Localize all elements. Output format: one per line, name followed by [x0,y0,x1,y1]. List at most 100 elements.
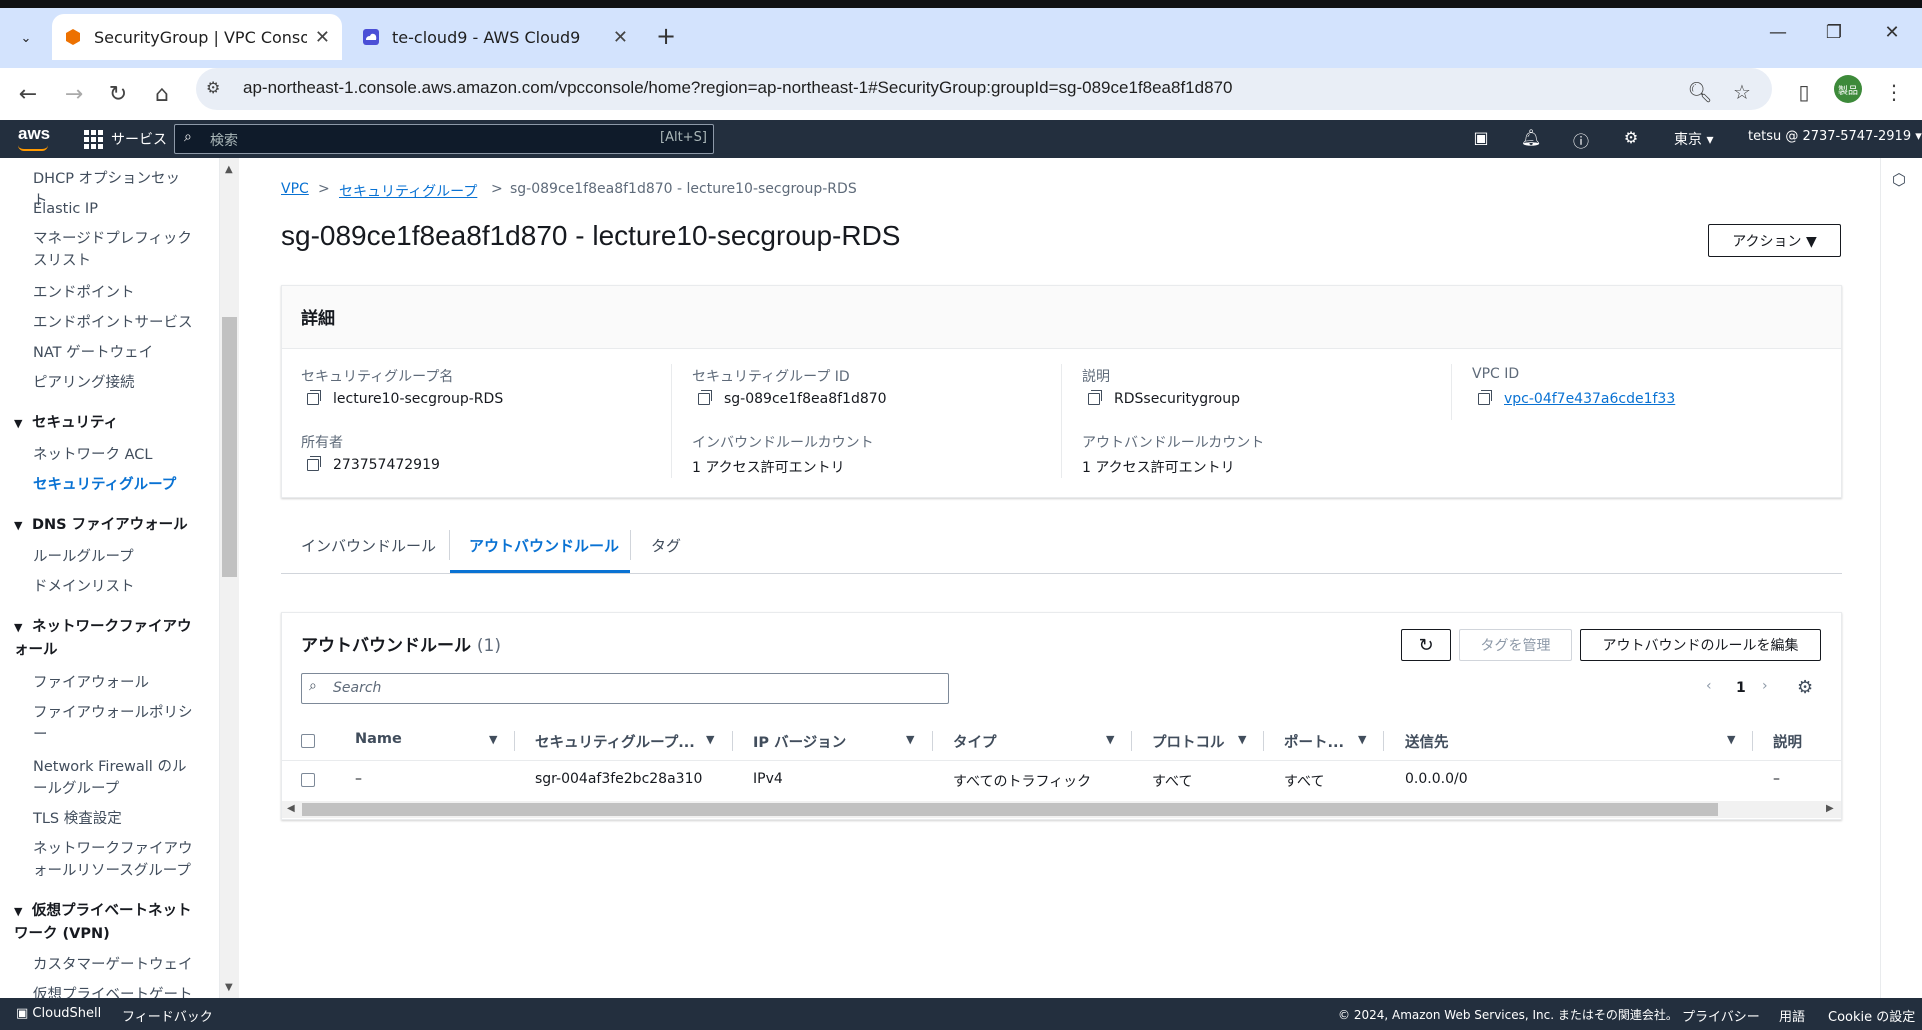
col-name[interactable]: Name [355,731,402,747]
sidebar-item-nfw-rule-groups[interactable]: Network Firewall のルールグループ [33,756,193,800]
actions-button[interactable]: アクション ▼ [1708,224,1841,257]
site-info-icon[interactable]: ⚙ [206,78,220,97]
col-divider[interactable] [932,731,933,751]
sidebar-item-elastic-ip[interactable]: Elastic IP [33,198,193,220]
breadcrumb-security-groups[interactable]: セキュリティグループ [339,181,477,201]
copy-icon[interactable] [1088,390,1102,405]
terms-link[interactable]: 用語 [1779,1006,1805,1025]
copy-icon[interactable] [307,456,321,471]
next-page-icon[interactable]: › [1762,678,1768,694]
col-protocol[interactable]: プロトコル [1152,731,1225,752]
restore-icon[interactable]: ❐ [1816,22,1852,43]
current-page-number[interactable]: 1 [1736,680,1746,696]
sidebar-item-prefix-lists[interactable]: マネージドプレフィックスリスト [33,228,193,272]
privacy-link[interactable]: プライバシー [1682,1006,1760,1025]
sidebar-item-virtual-private-gateways[interactable]: 仮想プライベートゲートウェイ [33,984,193,998]
account-menu[interactable]: tetsu @ 2737-5747-2919 ▾ [1748,129,1922,144]
sort-caret-icon[interactable]: ▼ [1358,733,1366,746]
col-divider[interactable] [514,731,515,751]
select-all-checkbox[interactable] [301,734,315,748]
sidebar-item-security-groups[interactable]: セキュリティグループ [33,474,193,496]
sort-caret-icon[interactable]: ▼ [906,733,914,746]
close-tab-icon[interactable]: ✕ [613,27,628,48]
tab-outbound-rules[interactable]: アウトバウンドルール [469,535,619,556]
region-selector[interactable]: 東京 ▾ [1674,129,1713,149]
browser-menu-icon[interactable]: ⋮ [1878,76,1910,108]
bookmark-star-icon[interactable]: ☆ [1726,76,1758,108]
sidebar-scrollbar[interactable] [220,158,239,998]
col-destination[interactable]: 送信先 [1405,731,1449,752]
refresh-button[interactable]: ↻ [1401,629,1451,661]
col-description[interactable]: 説明 [1773,731,1802,752]
sort-caret-icon[interactable]: ▼ [706,733,714,746]
sidebar-item-endpoint-services[interactable]: エンドポイントサービス [33,312,193,334]
services-menu[interactable]: サービス [84,129,167,149]
cloudshell-icon[interactable]: ▣ [1470,128,1492,147]
row-checkbox[interactable] [301,773,315,787]
tab-tags[interactable]: タグ [651,535,681,556]
sort-caret-icon[interactable]: ▼ [1727,733,1735,746]
table-scroll-thumb[interactable] [302,803,1718,816]
sidebar-item-nat-gateway[interactable]: NAT ゲートウェイ [33,342,193,364]
back-icon[interactable]: ← [10,76,46,112]
breadcrumb-vpc[interactable]: VPC [281,181,309,197]
col-port[interactable]: ポート... [1284,731,1344,752]
scroll-left-icon[interactable]: ◀ [287,803,295,814]
close-window-icon[interactable]: ✕ [1874,22,1910,43]
zoom-icon[interactable]: 🔍︎ [1684,76,1716,108]
sort-caret-icon[interactable]: ▼ [1238,733,1246,746]
sidebar-section-network-firewall[interactable]: ▼ ネットワークファイアウォール [14,616,194,661]
help-icon[interactable]: ⓘ [1570,128,1592,152]
sidebar-item-endpoints[interactable]: エンドポイント [33,282,193,304]
sidebar-item-rule-groups[interactable]: ルールグループ [33,546,193,568]
col-sg-rule-id[interactable]: セキュリティグループ... [535,731,695,752]
sidebar-item-domain-lists[interactable]: ドメインリスト [33,576,193,598]
new-tab-icon[interactable]: + [652,22,680,50]
reload-icon[interactable]: ↻ [100,76,136,112]
aws-logo[interactable]: aws [18,124,50,144]
col-divider[interactable] [1263,731,1264,751]
sidebar-section-vpn[interactable]: ▼ 仮想プライベートネットワーク (VPN) [14,900,194,945]
copy-icon[interactable] [1478,390,1492,405]
sidebar-section-security[interactable]: ▼ セキュリティ [14,412,194,435]
col-divider[interactable] [1752,731,1753,751]
col-divider[interactable] [1383,731,1384,751]
browser-tab-cloud9[interactable]: te-cloud9 - AWS Cloud9 ✕ [350,14,640,60]
profile-avatar[interactable]: 製品 [1834,75,1862,103]
sidebar-item-firewall-policies[interactable]: ファイアウォールポリシー [33,702,193,746]
col-divider[interactable] [732,731,733,751]
tab-inbound-rules[interactable]: インバウンドルール [301,535,436,556]
vpc-id-link[interactable]: vpc-04f7e437a6cde1f33 [1504,391,1675,407]
scroll-up-icon[interactable]: ▲ [225,164,233,175]
tab-search-icon[interactable]: ⌄ [12,24,40,52]
table-preferences-gear-icon[interactable]: ⚙ [1797,677,1813,698]
forward-icon[interactable]: → [56,76,92,112]
sidebar-item-peering[interactable]: ピアリング接続 [33,372,193,394]
col-ip-version[interactable]: IP バージョン [753,731,846,752]
feedback-link[interactable]: フィードバック [122,1006,213,1025]
scroll-right-icon[interactable]: ▶ [1826,803,1834,814]
cloudshell-footer-link[interactable]: ▣ CloudShell [16,1006,101,1021]
sidebar-scroll-thumb[interactable] [222,317,237,577]
minimize-icon[interactable]: — [1760,22,1796,43]
sidebar-item-customer-gateways[interactable]: カスタマーゲートウェイ [33,954,193,976]
aws-search-input[interactable] [174,124,714,154]
sort-caret-icon[interactable]: ▼ [489,733,497,746]
url-text[interactable]: ap-northeast-1.console.aws.amazon.com/vp… [243,78,1232,98]
scroll-down-icon[interactable]: ▼ [225,982,233,993]
sidebar-section-dns-firewall[interactable]: ▼ DNS ファイアウォール [14,514,194,537]
copy-icon[interactable] [698,390,712,405]
info-panel-icon[interactable]: ⬡ [1892,170,1906,189]
rules-search-input[interactable] [301,673,949,704]
sidebar-item-nfw-resource-groups[interactable]: ネットワークファイアウォールリソースグループ [33,838,193,882]
manage-tags-button[interactable]: タグを管理 [1459,629,1572,661]
home-icon[interactable]: ⌂ [144,76,180,112]
sidebar-item-network-acl[interactable]: ネットワーク ACL [33,444,193,466]
sidebar-item-tls-inspection[interactable]: TLS 検査設定 [33,808,193,830]
sort-caret-icon[interactable]: ▼ [1106,733,1114,746]
edit-outbound-rules-button[interactable]: アウトバウンドのルールを編集 [1580,629,1821,661]
sidebar-item-firewalls[interactable]: ファイアウォール [33,672,193,694]
close-tab-icon[interactable]: ✕ [315,27,330,48]
prev-page-icon[interactable]: ‹ [1706,678,1712,694]
settings-gear-icon[interactable]: ⚙ [1620,128,1642,147]
